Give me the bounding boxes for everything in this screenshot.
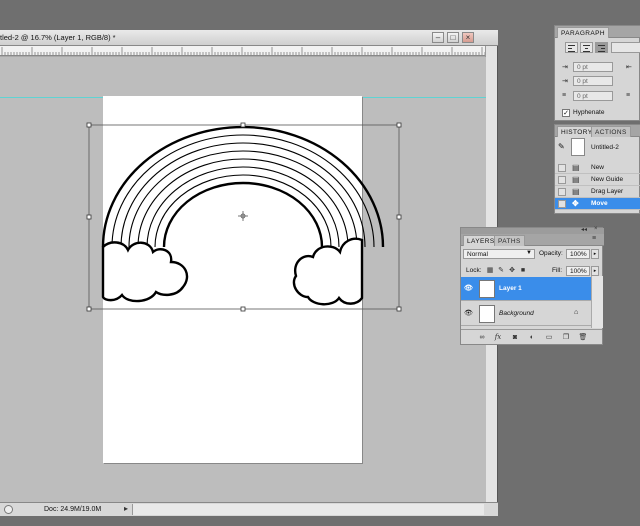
indent-right-icon: ⇤ [626, 64, 632, 71]
history-tabrow: HISTORY ACTIONS [555, 125, 640, 137]
panel-menu-icon[interactable]: ≡ [592, 235, 596, 242]
document-title: tled-2 @ 16.7% (Layer 1, RGB/8) * [0, 33, 116, 42]
hyphenate-checkbox[interactable]: ✓ [562, 109, 570, 117]
history-item-label: Drag Layer [591, 188, 624, 195]
restore-button[interactable]: □ [447, 32, 459, 43]
lock-label: Lock: [466, 267, 482, 274]
paragraph-panel: PARAGRAPH ⇥ 0 pt ⇤ ⇥ 0 pt ≡ 0 pt ≡ ✓ Hyp… [554, 25, 640, 121]
history-step-icon: ▤ [572, 163, 580, 172]
fill-label: Fill: [552, 267, 563, 274]
space-before-field[interactable]: 0 pt [573, 91, 613, 101]
status-menu-arrow-icon[interactable]: ▸ [124, 504, 128, 513]
space-before-icon: ≡ [562, 92, 567, 99]
collapse-panel-icon[interactable]: ◂◂ [581, 226, 587, 233]
opacity-field[interactable]: 100% [566, 249, 590, 259]
layer-name[interactable]: Background [499, 310, 534, 317]
tab-actions[interactable]: ACTIONS [591, 126, 631, 137]
space-after-icon: ≡ [626, 92, 631, 99]
fill-slider-arrow-icon[interactable]: ▸ [591, 266, 599, 276]
tab-paths[interactable]: PATHS [494, 235, 525, 246]
layer-thumbnail [479, 280, 495, 298]
hyphenate-label: Hyphenate [573, 109, 605, 116]
link-icon[interactable]: ∞ [477, 333, 487, 342]
layer-row-layer-1[interactable]: 👁 Layer 1 [461, 277, 591, 301]
tab-paragraph[interactable]: PARAGRAPH [557, 27, 609, 38]
adjustment-icon[interactable]: ◐ [527, 333, 537, 342]
rainbow-artwork[interactable] [0, 57, 486, 502]
history-item-label: New Guide [591, 176, 624, 183]
history-step-icon: ▤ [572, 187, 580, 196]
opacity-slider-arrow-icon[interactable]: ▸ [591, 249, 599, 259]
move-tool-icon: ✥ [572, 199, 579, 208]
indent-left-field[interactable]: 0 pt [573, 62, 613, 72]
layer-name[interactable]: Layer 1 [499, 285, 522, 292]
align-right-button[interactable] [595, 42, 608, 53]
history-item[interactable]: ▤ New [555, 162, 640, 174]
justify-buttons[interactable] [611, 42, 640, 53]
layers-footer: ∞ fx ◙ ◐ ▭ ❐ 🗑 [461, 329, 602, 344]
document-window: tled-2 @ 16.7% (Layer 1, RGB/8) * – □ × [0, 30, 498, 516]
left-cloud [101, 241, 189, 303]
layer-row-background[interactable]: 👁 Background ⌂ [461, 302, 591, 326]
canvas-area[interactable] [0, 57, 486, 502]
lock-pixels-icon[interactable]: ✎ [497, 267, 505, 275]
blend-mode-select[interactable]: Normal ▼ [463, 249, 535, 259]
indent-first-field[interactable]: 0 pt [573, 76, 613, 86]
lock-all-icon[interactable]: ■ [519, 267, 527, 275]
minimize-button[interactable]: – [432, 32, 444, 43]
history-checkbox[interactable] [558, 188, 566, 196]
paragraph-tabrow: PARAGRAPH [555, 26, 640, 38]
history-item-label: Move [591, 200, 608, 207]
close-panel-icon[interactable]: × [594, 226, 598, 232]
snapshot-label[interactable]: Untitled-2 [591, 144, 619, 151]
trash-icon[interactable]: 🗑 [578, 333, 588, 342]
snapshot-thumbnail[interactable] [571, 138, 585, 156]
lock-position-icon[interactable]: ✥ [508, 267, 516, 275]
blend-mode-value: Normal [467, 251, 488, 258]
close-button[interactable]: × [462, 32, 474, 43]
history-item-selected[interactable]: ✥ Move [555, 198, 640, 210]
history-checkbox[interactable] [558, 176, 566, 184]
history-item[interactable]: ▤ New Guide [555, 174, 640, 186]
mask-icon[interactable]: ◙ [510, 333, 520, 342]
right-cloud [292, 237, 364, 306]
history-item[interactable]: ▤ Drag Layer [555, 186, 640, 198]
new-layer-icon[interactable]: ❐ [561, 333, 571, 342]
lock-transparency-icon[interactable]: ▦ [486, 267, 494, 275]
layer-thumbnail [479, 305, 495, 323]
align-center-button[interactable] [580, 42, 593, 53]
status-icon[interactable] [4, 505, 13, 514]
visibility-eye-icon[interactable]: 👁 [464, 310, 473, 317]
indent-left-icon: ⇥ [562, 64, 568, 71]
document-size: Doc: 24.9M/19.0M [44, 506, 102, 513]
horizontal-scrollbar[interactable] [132, 504, 484, 515]
layers-panel: ◂◂ × LAYERS PATHS ≡ Normal ▼ Opacity: 10… [460, 226, 604, 345]
history-item-label: New [591, 164, 605, 171]
history-step-icon: ▤ [572, 175, 580, 184]
fill-field[interactable]: 100% [566, 266, 590, 276]
layers-scrollbar[interactable] [591, 276, 603, 328]
status-bar: Doc: 24.9M/19.0M ▸ [0, 502, 498, 516]
opacity-label: Opacity: [539, 250, 563, 257]
chevron-down-icon: ▼ [526, 250, 532, 256]
history-panel: HISTORY ACTIONS ✎ Untitled-2 ▤ New ▤ New… [554, 124, 640, 214]
indent-first-icon: ⇥ [562, 78, 568, 85]
horizontal-ruler [0, 46, 486, 56]
group-icon[interactable]: ▭ [544, 333, 554, 342]
layers-tabrow: LAYERS PATHS ≡ [461, 234, 604, 246]
document-titlebar[interactable]: tled-2 @ 16.7% (Layer 1, RGB/8) * – □ × [0, 30, 498, 46]
align-left-button[interactable] [565, 42, 578, 53]
history-checkbox[interactable] [558, 164, 566, 172]
fx-icon[interactable]: fx [493, 333, 503, 342]
layer-lock-icon[interactable]: ⌂ [574, 309, 578, 316]
history-checkbox[interactable] [558, 200, 566, 208]
snapshot-brush-icon[interactable]: ✎ [558, 142, 565, 151]
visibility-eye-icon[interactable]: 👁 [464, 285, 473, 292]
